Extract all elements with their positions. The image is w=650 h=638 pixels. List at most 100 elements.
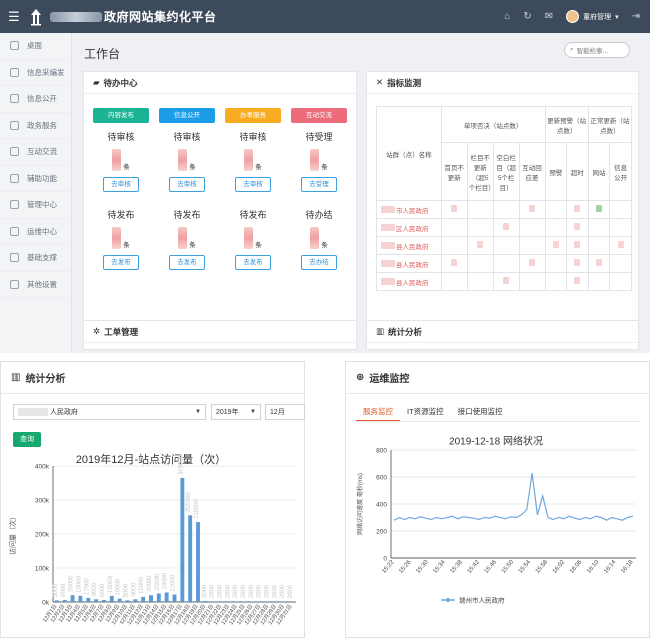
todo-tag[interactable]: 互动交流 xyxy=(291,108,347,123)
user-menu[interactable]: 董府管理 ▾ xyxy=(566,10,619,23)
todo-action-button[interactable]: 去发布 xyxy=(103,255,139,270)
sidebar-item-9[interactable]: 其他设置 xyxy=(0,272,71,298)
monitor-header: ✕ 指标监测 xyxy=(367,72,638,94)
bar-value-label: 255000 xyxy=(186,492,192,513)
redacted-block xyxy=(381,205,395,213)
value-block xyxy=(529,259,536,266)
bar-value-label: 18000 xyxy=(108,576,114,593)
logout-icon[interactable]: ⇥ xyxy=(632,11,640,22)
site-name-cell[interactable]: 县人民政府 xyxy=(376,272,442,291)
ops-tab-1[interactable]: IT资源监控 xyxy=(400,404,451,421)
col-group-normal: 正常更新（站点数） xyxy=(587,106,633,143)
query-button[interactable]: 查询 xyxy=(13,432,41,447)
month-select[interactable]: 12月 xyxy=(265,404,305,420)
todo-tag[interactable]: 内容发布 xyxy=(93,108,149,123)
table-cell xyxy=(587,200,611,219)
bar xyxy=(117,598,122,602)
table-cell xyxy=(544,254,568,273)
search-icon: ⌕ xyxy=(570,46,574,53)
bar xyxy=(86,597,91,602)
y-tick-label: 0k xyxy=(42,600,50,607)
todo-action-button[interactable]: 去发布 xyxy=(169,255,205,270)
bar-value-label: 2000 xyxy=(272,584,278,598)
user-name: 董府管理 xyxy=(583,13,612,21)
site-name-cell[interactable]: 市人民政府 xyxy=(376,200,442,219)
hamburger-icon[interactable]: ☰ xyxy=(0,9,28,25)
sidebar-item-8[interactable]: 基础支撑 xyxy=(0,245,71,272)
table-cell xyxy=(466,272,494,291)
value-block xyxy=(574,223,581,230)
bar xyxy=(125,600,130,602)
bar-value-label: 5000 xyxy=(53,583,59,597)
site-name-cell[interactable]: 县人民政府 xyxy=(376,254,442,273)
stats-panel: ▥ 统计分析 人民政府 ▼ 2019年 ▼ 12月 查询 2019年12月-站点… xyxy=(0,361,305,638)
value-block xyxy=(596,205,603,212)
site-select[interactable]: 人民政府 ▼ xyxy=(13,404,206,420)
monitor-table: 站群（点）名称 单项否决（站点数） 更新预警（站点数） 正常更新（站点数） 首页不更新栏… xyxy=(376,106,633,291)
y-tick-label: 400 xyxy=(376,502,387,509)
mail-icon[interactable]: ✉ xyxy=(545,11,553,22)
y-tick-label: 400k xyxy=(35,464,50,471)
todo-state: 待受理 xyxy=(305,132,333,142)
ops-tab-0[interactable]: 服务监控 xyxy=(356,404,400,421)
redacted-block xyxy=(18,408,48,416)
chevron-down-icon: ▾ xyxy=(615,13,619,21)
todo-action-button[interactable]: 去审核 xyxy=(169,177,205,192)
stats-strip-title: 统计分析 xyxy=(388,326,423,337)
site-name-cell[interactable]: 县人民政府 xyxy=(376,236,442,255)
sidebar-item-4[interactable]: 互动交流 xyxy=(0,139,71,166)
table-cell xyxy=(440,254,468,273)
sidebar-item-0[interactable]: 桌面 xyxy=(0,33,71,60)
settings-icon xyxy=(10,200,19,210)
todo-tag[interactable]: 办事服务 xyxy=(225,108,281,123)
sidebar-item-1[interactable]: 信息采编发 xyxy=(0,60,71,86)
sidebar-item-3[interactable]: 政务服务 xyxy=(0,113,71,139)
y-tick-label: 300k xyxy=(35,498,50,505)
bar xyxy=(188,515,193,602)
search-input[interactable]: ⌕ 智能检索... xyxy=(564,42,630,58)
bar-value-label: 2000 xyxy=(280,584,286,598)
ops-tab-2[interactable]: 接口使用监控 xyxy=(451,404,510,421)
todo-unit: 条 xyxy=(255,242,262,249)
sidebar-item-2[interactable]: 信息公开 xyxy=(0,86,71,113)
stats-strip-header: ▥ 统计分析 xyxy=(367,321,638,343)
monitor-panel: ✕ 指标监测 站群（点）名称 单项否决（站点数） 更新预警（站点数） 正常更新（站点数… xyxy=(366,71,639,344)
site-name-cell[interactable]: 区人民政府 xyxy=(376,218,442,237)
bar-value-label: 235000 xyxy=(194,498,200,519)
x-tick-label: 15:58 xyxy=(535,559,550,575)
x-tick-label: 16:02 xyxy=(552,559,567,575)
site-name: 区人民政府 xyxy=(396,225,429,233)
wrench-icon xyxy=(10,253,19,263)
refresh-icon[interactable]: ↻ xyxy=(523,11,531,22)
sidebar-item-7[interactable]: 运维中心 xyxy=(0,219,71,245)
gear-icon xyxy=(10,173,19,183)
bar xyxy=(243,601,248,602)
table-cell xyxy=(518,200,546,219)
todo-count: 条 xyxy=(291,147,347,171)
year-select[interactable]: 2019年 ▼ xyxy=(211,404,261,420)
sidebar-item-label: 其他设置 xyxy=(27,279,57,289)
redacted-block xyxy=(381,277,395,285)
home-icon[interactable]: ⌂ xyxy=(504,11,510,22)
site-name: 县人民政府 xyxy=(396,261,429,269)
bar xyxy=(196,522,200,602)
todo-action-button[interactable]: 去受理 xyxy=(301,177,337,192)
todo-tag[interactable]: 信息公开 xyxy=(159,108,215,123)
todo-action-button[interactable]: 去审核 xyxy=(235,177,271,192)
bar xyxy=(54,600,59,602)
col-sub: 预警 xyxy=(544,142,568,201)
todo-action-button[interactable]: 去办结 xyxy=(301,255,337,270)
sidebar-item-label: 政务服务 xyxy=(27,120,57,130)
sidebar-item-6[interactable]: 管理中心 xyxy=(0,192,71,219)
bar-value-label: 8000 xyxy=(131,582,137,596)
sidebar-item-label: 运维中心 xyxy=(27,226,57,236)
col-site: 站群（点）名称 xyxy=(376,106,442,201)
bar xyxy=(141,596,146,602)
sidebar-item-5[interactable]: 辅助功能 xyxy=(0,166,71,192)
todo-action-button[interactable]: 去发布 xyxy=(235,255,271,270)
chart-icon xyxy=(10,226,19,236)
table-row: 区人民政府 xyxy=(376,218,632,237)
bar xyxy=(250,601,255,602)
todo-action-button[interactable]: 去审核 xyxy=(103,177,139,192)
monitor-title: 指标监测 xyxy=(387,77,422,88)
